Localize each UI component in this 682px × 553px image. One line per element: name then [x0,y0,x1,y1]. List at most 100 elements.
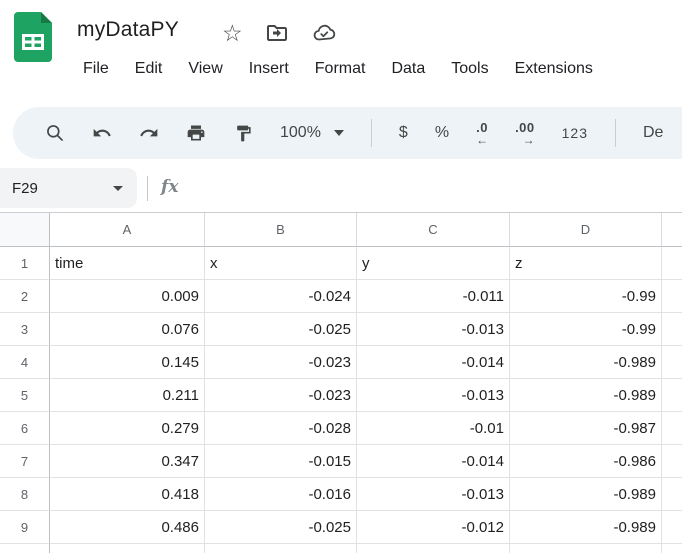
cell[interactable]: y [357,247,510,280]
cell[interactable]: -0.012 [357,544,510,553]
cell[interactable]: -0.025 [205,511,357,544]
column-header-a[interactable]: A [50,213,205,247]
chevron-down-icon [113,186,123,191]
cell[interactable]: -0.014 [357,445,510,478]
cell[interactable]: -0.013 [357,478,510,511]
cell[interactable]: -0.02 [205,544,357,553]
cell[interactable]: -0.99 [510,544,662,553]
column-header-c[interactable]: C [357,213,510,247]
cell-partial[interactable] [662,445,682,478]
cell[interactable]: -0.013 [357,379,510,412]
cell[interactable]: 0.552 [50,544,205,553]
cell-partial[interactable] [662,313,682,346]
cell[interactable]: -0.024 [205,280,357,313]
cell[interactable]: 0.211 [50,379,205,412]
column-header-partial[interactable] [662,213,682,247]
cell[interactable]: -0.015 [205,445,357,478]
spreadsheet-grid: ABCD 1timexyz20.009-0.024-0.011-0.9930.0… [0,212,682,553]
cell[interactable]: -0.986 [510,445,662,478]
row-header-4[interactable]: 4 [0,346,50,379]
cell[interactable]: z [510,247,662,280]
cell[interactable]: 0.486 [50,511,205,544]
format-percent-button[interactable]: % [435,124,449,142]
document-title[interactable]: myDataPY [77,18,179,42]
font-dropdown[interactable]: De [643,124,663,142]
cloud-saved-icon[interactable] [311,21,337,45]
decrease-decimal-button[interactable]: .0 ← [476,121,488,146]
print-icon[interactable] [186,123,206,143]
row-header-5[interactable]: 5 [0,379,50,412]
number-format-button[interactable]: 123 [562,125,588,141]
cell[interactable]: 0.279 [50,412,205,445]
move-folder-icon[interactable] [265,21,289,45]
row-header-6[interactable]: 6 [0,412,50,445]
cell[interactable]: x [205,247,357,280]
cell-partial[interactable] [662,379,682,412]
cell[interactable]: 0.418 [50,478,205,511]
star-icon[interactable]: ☆ [222,22,243,45]
column-header-b[interactable]: B [205,213,357,247]
cell-partial[interactable] [662,478,682,511]
cell[interactable]: -0.987 [510,412,662,445]
cell[interactable]: -0.016 [205,478,357,511]
cell[interactable]: 0.347 [50,445,205,478]
increase-decimal-button[interactable]: .00 → [515,121,535,146]
menu-item-file[interactable]: File [70,60,122,78]
cell-partial[interactable] [662,511,682,544]
row-header-3[interactable]: 3 [0,313,50,346]
search-icon[interactable] [45,123,65,143]
menu-item-view[interactable]: View [175,60,235,78]
cell[interactable]: -0.025 [205,313,357,346]
cell[interactable]: 0.145 [50,346,205,379]
select-all-corner[interactable] [0,213,50,247]
menu-item-tools[interactable]: Tools [438,60,501,78]
cell[interactable]: 0.076 [50,313,205,346]
cell[interactable]: -0.99 [510,280,662,313]
cell[interactable]: time [50,247,205,280]
arrow-left-icon: ← [476,134,488,146]
menu-item-insert[interactable]: Insert [236,60,302,78]
cell[interactable]: -0.989 [510,346,662,379]
row-header-8[interactable]: 8 [0,478,50,511]
row-header-2[interactable]: 2 [0,280,50,313]
toolbar-divider [615,119,616,147]
row-header-10[interactable]: 10 [0,544,50,553]
cell[interactable]: -0.028 [205,412,357,445]
cell-partial[interactable] [662,247,682,280]
cell[interactable]: -0.989 [510,379,662,412]
format-currency-button[interactable]: $ [399,124,408,142]
undo-icon[interactable] [92,123,112,143]
cell-partial[interactable] [662,412,682,445]
menu-item-edit[interactable]: Edit [122,60,176,78]
cell[interactable]: -0.99 [510,313,662,346]
column-headers-row: ABCD [0,213,682,247]
menu-item-extensions[interactable]: Extensions [502,60,606,78]
cell[interactable]: -0.023 [205,346,357,379]
row-header-1[interactable]: 1 [0,247,50,280]
column-header-d[interactable]: D [510,213,662,247]
cell-partial[interactable] [662,544,682,553]
cell[interactable]: -0.989 [510,511,662,544]
cell-partial[interactable] [662,346,682,379]
cell[interactable]: -0.014 [357,346,510,379]
cell-partial[interactable] [662,280,682,313]
cell[interactable]: -0.011 [357,280,510,313]
cell[interactable]: -0.989 [510,478,662,511]
cell[interactable]: -0.01 [357,412,510,445]
paint-format-icon[interactable] [233,123,253,143]
row-header-9[interactable]: 9 [0,511,50,544]
redo-icon[interactable] [139,123,159,143]
zoom-dropdown[interactable]: 100% [280,124,344,142]
name-box[interactable]: F29 [0,168,137,208]
cell[interactable]: -0.023 [205,379,357,412]
row-header-7[interactable]: 7 [0,445,50,478]
menu-item-data[interactable]: Data [378,60,438,78]
google-sheets-logo-icon[interactable] [14,12,52,62]
formula-input[interactable] [190,170,682,208]
toolbar: 100% $ % .0 ← .00 → 123 De [13,107,682,159]
cell[interactable]: 0.009 [50,280,205,313]
cell[interactable]: -0.012 [357,511,510,544]
table-row: 80.418-0.016-0.013-0.989 [0,478,682,511]
menu-item-format[interactable]: Format [302,60,379,78]
cell[interactable]: -0.013 [357,313,510,346]
